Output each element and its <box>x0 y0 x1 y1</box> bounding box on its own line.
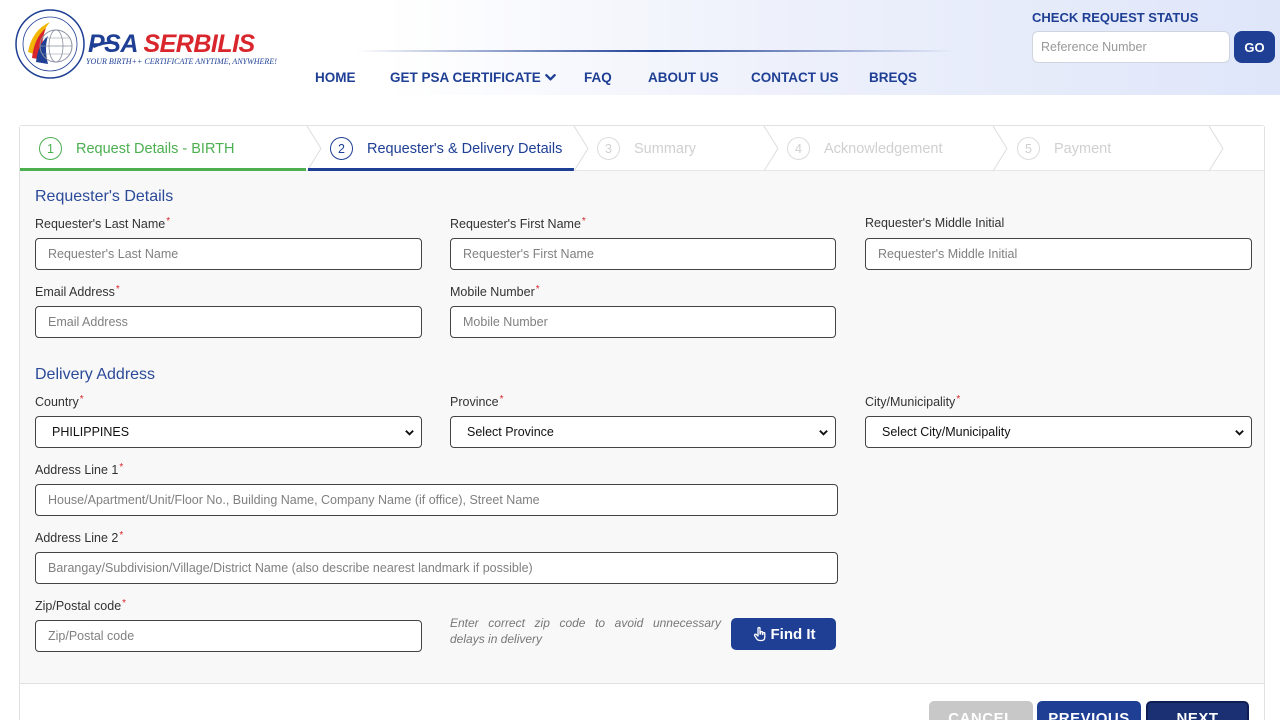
chevron-down-icon <box>1235 430 1244 436</box>
step-number: 2 <box>330 137 353 160</box>
find-it-button[interactable]: Find It <box>731 618 836 650</box>
brand-name: PSA SERBILIS <box>88 30 255 58</box>
requester-details-title: Requester's Details <box>35 188 174 205</box>
find-it-label: Find It <box>770 625 816 643</box>
step-request-details[interactable]: 1 Request Details - BIRTH <box>39 126 234 171</box>
brand[interactable]: PSA SERBILIS YOUR BIRTH++ CERTIFICATE AN… <box>86 30 277 66</box>
nav-contact-us[interactable]: CONTACT US <box>751 70 839 85</box>
step-label: Payment <box>1054 140 1112 157</box>
province-label: Province* <box>450 394 504 409</box>
step-label: Summary <box>634 140 697 157</box>
nav-get-psa-certificate[interactable]: GET PSA CERTIFICATE <box>390 70 556 85</box>
step-separator <box>1208 126 1224 171</box>
pointer-hand-icon <box>753 626 765 642</box>
first-name-input[interactable] <box>450 238 836 270</box>
address-line-1-input[interactable] <box>35 484 838 516</box>
country-select-value: PHILIPPINES <box>52 425 130 439</box>
step-number: 3 <box>597 137 620 160</box>
step-acknowledgement[interactable]: 4 Acknowledgement <box>787 126 943 171</box>
cancel-button[interactable]: CANCEL <box>929 701 1033 720</box>
delivery-address-title: Delivery Address <box>35 366 156 383</box>
go-button[interactable]: GO <box>1234 31 1275 63</box>
email-input[interactable] <box>35 306 422 338</box>
step-separator <box>763 126 779 171</box>
address-line-2-label: Address Line 2* <box>35 530 124 545</box>
email-label: Email Address* <box>35 284 120 299</box>
next-button[interactable]: NEXT <box>1146 701 1249 720</box>
zip-hint: Enter correct zip code to avoid unnecess… <box>450 616 721 646</box>
step-number: 1 <box>39 137 62 160</box>
step-requester-delivery[interactable]: 2 Requester's & Delivery Details <box>330 126 562 171</box>
step-separator <box>992 126 1008 171</box>
brand-tagline: YOUR BIRTH++ CERTIFICATE ANYTIME, ANYWHE… <box>86 57 277 66</box>
reference-number-input[interactable] <box>1032 31 1230 63</box>
step-summary[interactable]: 3 Summary <box>597 126 696 171</box>
step-label: Request Details - BIRTH <box>76 140 235 157</box>
first-name-label: Requester's First Name* <box>450 216 586 231</box>
city-select[interactable]: Select City/Municipality <box>865 416 1252 448</box>
step-separator <box>573 126 589 171</box>
last-name-input[interactable] <box>35 238 422 270</box>
progress-stepper: 1 Request Details - BIRTH 2 Requester's … <box>20 126 1264 171</box>
last-name-label: Requester's Last Name* <box>35 216 171 231</box>
step-separator <box>306 126 322 171</box>
chevron-down-icon <box>819 430 828 436</box>
form-actions-bar: CANCEL PREVIOUS NEXT <box>20 683 1264 720</box>
country-select[interactable]: PHILIPPINES <box>35 416 422 448</box>
city-select-value: Select City/Municipality <box>882 425 1011 439</box>
province-select[interactable]: Select Province <box>450 416 836 448</box>
nav-about-us[interactable]: ABOUT US <box>648 70 719 85</box>
nav-divider <box>355 50 955 52</box>
country-label: Country* <box>35 394 84 409</box>
step-number: 5 <box>1017 137 1040 160</box>
middle-initial-input[interactable] <box>865 238 1252 270</box>
zip-label: Zip/Postal code* <box>35 598 127 613</box>
previous-button[interactable]: PREVIOUS <box>1037 701 1141 720</box>
site-header: PSA SERBILIS YOUR BIRTH++ CERTIFICATE AN… <box>0 0 1280 95</box>
request-form-card: 1 Request Details - BIRTH 2 Requester's … <box>19 125 1265 720</box>
step-number: 4 <box>787 137 810 160</box>
nav-home[interactable]: HOME <box>315 70 356 85</box>
psa-seal-logo[interactable] <box>14 8 86 80</box>
step-payment[interactable]: 5 Payment <box>1017 126 1111 171</box>
city-label: City/Municipality* <box>865 394 961 409</box>
province-select-value: Select Province <box>467 425 554 439</box>
step-underline-active <box>308 168 574 171</box>
mobile-label: Mobile Number* <box>450 284 540 299</box>
middle-initial-label: Requester's Middle Initial <box>865 216 1005 230</box>
step-underline-done <box>20 168 306 171</box>
step-label: Requester's & Delivery Details <box>367 140 563 157</box>
mobile-input[interactable] <box>450 306 836 338</box>
chevron-down-icon <box>544 74 556 81</box>
zip-input[interactable] <box>35 620 422 652</box>
step-label: Acknowledgement <box>824 140 943 157</box>
check-status-title: CHECK REQUEST STATUS <box>1032 10 1199 25</box>
chevron-down-icon <box>405 430 414 436</box>
address-line-2-input[interactable] <box>35 552 838 584</box>
address-line-1-label: Address Line 1* <box>35 462 124 477</box>
nav-breqs[interactable]: BREQS <box>869 70 917 85</box>
nav-faq[interactable]: FAQ <box>584 70 612 85</box>
